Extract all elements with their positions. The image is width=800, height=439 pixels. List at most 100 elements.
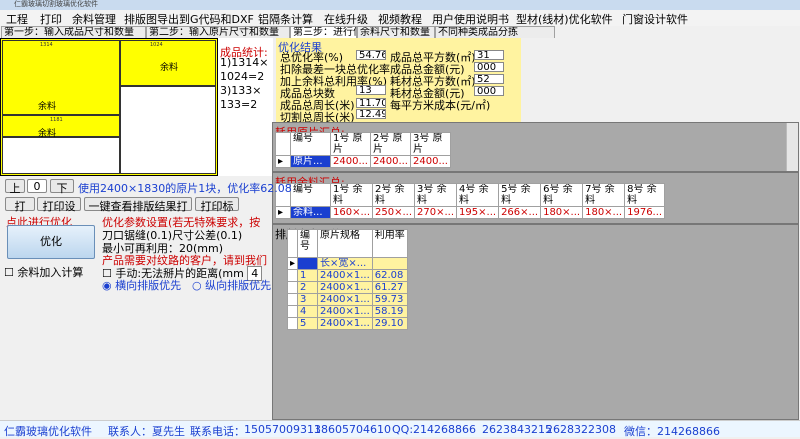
menu-export[interactable]: 排版图导出到G代码和DXF: [124, 11, 254, 27]
table-cell[interactable]: 160×...: [329, 206, 374, 219]
plan-row-rate[interactable]: 58.19: [371, 305, 408, 318]
dim-label: 1024: [150, 42, 163, 48]
empty-area: [2, 137, 120, 174]
table-cell[interactable]: 2400...: [370, 155, 411, 168]
step-tabs: 第一步：输入成品尺寸和数量 第二步：输入原片尺寸和数量 第三步：进行优化 余料尺…: [0, 26, 560, 39]
table-cell[interactable]: 195×...: [456, 206, 500, 219]
menu-project[interactable]: 工程: [6, 11, 28, 27]
product-stats: 成品统计: 1)1314× 1024=2 3)133× 133=2: [218, 38, 273, 176]
usage-text: 使用2400×1830的原片1块，优化率62.08: [78, 182, 292, 195]
plan-row-spec[interactable]: 2400×1...: [317, 305, 373, 318]
menu-print[interactable]: 打印: [40, 11, 62, 27]
table-row[interactable]: 原片...: [290, 155, 331, 168]
status-bar: 仁霸玻璃优化软件 联系人：夏先生 联系电话： 15057009313 18605…: [0, 420, 800, 438]
col-header: 利用率: [371, 229, 408, 258]
menu-profile-software[interactable]: 型材(线材)优化软件: [516, 11, 613, 27]
plan-row-rate[interactable]: 59.73: [371, 293, 408, 306]
table-cell[interactable]: 180×...: [582, 206, 626, 219]
tab-step2[interactable]: 第二步：输入原片尺寸和数量: [146, 26, 290, 38]
col-header: 3号 余料: [414, 183, 458, 207]
col-header: 6号 余料: [540, 183, 584, 207]
plan-row-no[interactable]: 3: [297, 293, 319, 306]
plan-row-spec[interactable]: 2400×1...: [317, 269, 373, 282]
remnant-label: 余料: [38, 129, 57, 139]
print-button[interactable]: 打: [5, 197, 35, 213]
stats-line: 133=2: [220, 98, 258, 111]
plan-row-rate[interactable]: 29.10: [371, 317, 408, 330]
plan-row-no[interactable]: 5: [297, 317, 319, 330]
page-input[interactable]: 0: [27, 179, 47, 193]
cut-perimeter-value: 12.492: [356, 109, 386, 119]
col-header: 5号 余料: [498, 183, 542, 207]
param-panel: 优化参数设置(若无特殊要求，按 刀口锯缝(0.1)尺寸公差(0.1) 最小可再利…: [100, 214, 272, 293]
empty-area: [120, 86, 216, 174]
table-cell[interactable]: 2400...: [330, 155, 371, 168]
col-header: 2号 原片: [370, 132, 411, 156]
remnant-calc-checkbox[interactable]: ☐ 余料加入计算: [4, 264, 83, 280]
plan-row-no[interactable]: 4: [297, 305, 319, 318]
stats-line: 1)1314×: [220, 56, 269, 69]
menu-remnant[interactable]: 余料管理: [72, 11, 116, 27]
menu-update[interactable]: 在线升级: [324, 11, 368, 27]
table-cell[interactable]: 270×...: [414, 206, 458, 219]
table-cell[interactable]: 2400...: [410, 155, 451, 168]
table-cell[interactable]: 180×...: [540, 206, 584, 219]
remnant-summary: 耗用余料汇总: 编号 1号 余料 2号 余料 3号 余料 4号 余料 5号 余料…: [272, 172, 799, 224]
table-row[interactable]: 余料...: [290, 206, 331, 219]
plan-row-rate[interactable]: 62.08: [371, 269, 408, 282]
qq: QQ:214268866: [392, 423, 477, 436]
table-cell[interactable]: 1976...: [624, 206, 666, 219]
menu-window-software[interactable]: 门窗设计软件: [622, 11, 688, 27]
optimize-button[interactable]: 优化: [7, 225, 95, 259]
plan-row-spec[interactable]: 2400×1...: [317, 317, 373, 330]
table-cell[interactable]: 266×...: [498, 206, 542, 219]
menu-video[interactable]: 视频教程: [378, 11, 422, 27]
plan-table[interactable]: 编号 原片规格 利用率 ▸ 长×宽×... 1 2400×1... 62.08 …: [286, 229, 408, 330]
menu-spacer-calc[interactable]: 铝隔条计算: [258, 11, 313, 27]
menu-bar: 工程 打印 余料管理 排版图导出到G代码和DXF 铝隔条计算 在线升级 视频教程…: [0, 10, 800, 26]
col-header: 2号 余料: [372, 183, 416, 207]
dim-label: 1181: [50, 117, 63, 123]
stats-line: 1024=2: [220, 70, 265, 83]
horizontal-first-radio[interactable]: ◉ 横向排版优先: [102, 277, 181, 293]
col-header: 原片规格: [317, 229, 373, 258]
col-header: 4号 余料: [456, 183, 500, 207]
scrollbar[interactable]: [786, 123, 798, 171]
print-setup-button[interactable]: 打印设: [37, 197, 81, 213]
tab-sorting[interactable]: 不同种类成品分拣: [435, 26, 555, 38]
table-cell[interactable]: 长×宽×...: [317, 257, 373, 270]
col-header: 1号 原片: [330, 132, 371, 156]
col-header: 8号 余料: [624, 183, 666, 207]
phone2: 18605704610: [314, 423, 391, 436]
result-panel: 优化结果 总优化率(%) 54.76 扣除最差一块总优化率 加上余料总利用率(%…: [276, 38, 521, 124]
sheets-table[interactable]: 编号 1号 原片 2号 原片 3号 原片 ▸ 原片... 2400... 240…: [275, 132, 451, 168]
phone1: 15057009313: [244, 423, 321, 436]
consumed-area-value: 52: [474, 74, 504, 84]
plan-row-spec[interactable]: 2400×1...: [317, 281, 373, 294]
remnant-label: 余料: [38, 102, 57, 112]
plan-row-no[interactable]: 2: [297, 281, 319, 294]
prev-page-button[interactable]: 上: [5, 179, 25, 195]
dim-label: 1314: [40, 42, 53, 48]
view-all-button[interactable]: 一键查看排版结果打: [84, 197, 192, 213]
sheets-summary: 耗用原片汇总: 编号 1号 原片 2号 原片 3号 原片 ▸ 原片... 240…: [272, 122, 799, 172]
title-bar: 仁霸玻璃切割玻璃优化软件: [0, 0, 800, 10]
plan-row-spec[interactable]: 2400×1...: [317, 293, 373, 306]
vertical-first-radio[interactable]: ○ 纵向排版优先: [192, 277, 271, 293]
col-header: 7号 余料: [582, 183, 626, 207]
remnant-table[interactable]: 编号 1号 余料 2号 余料 3号 余料 4号 余料 5号 余料 6号 余料 7…: [275, 183, 666, 219]
table-cell[interactable]: 250×...: [372, 206, 416, 219]
perimeter-value: 11.708: [356, 98, 386, 108]
tab-remnant[interactable]: 余料尺寸和数量: [357, 26, 435, 38]
next-page-button[interactable]: 下: [50, 179, 74, 195]
tab-step1[interactable]: 第一步：输入成品尺寸和数量: [1, 26, 146, 38]
stats-line: 3)133×: [220, 84, 262, 97]
rate-value: 54.76: [356, 50, 386, 60]
remnant-label: 余料: [160, 63, 179, 73]
print-label-button[interactable]: 打印标: [195, 197, 239, 213]
menu-manual[interactable]: 用户使用说明书: [432, 11, 509, 27]
col-header: 3号 原片: [410, 132, 451, 156]
plan-row-no[interactable]: 1: [297, 269, 319, 282]
plan-row-rate[interactable]: 61.27: [371, 281, 408, 294]
cut-piece: [2, 40, 120, 115]
